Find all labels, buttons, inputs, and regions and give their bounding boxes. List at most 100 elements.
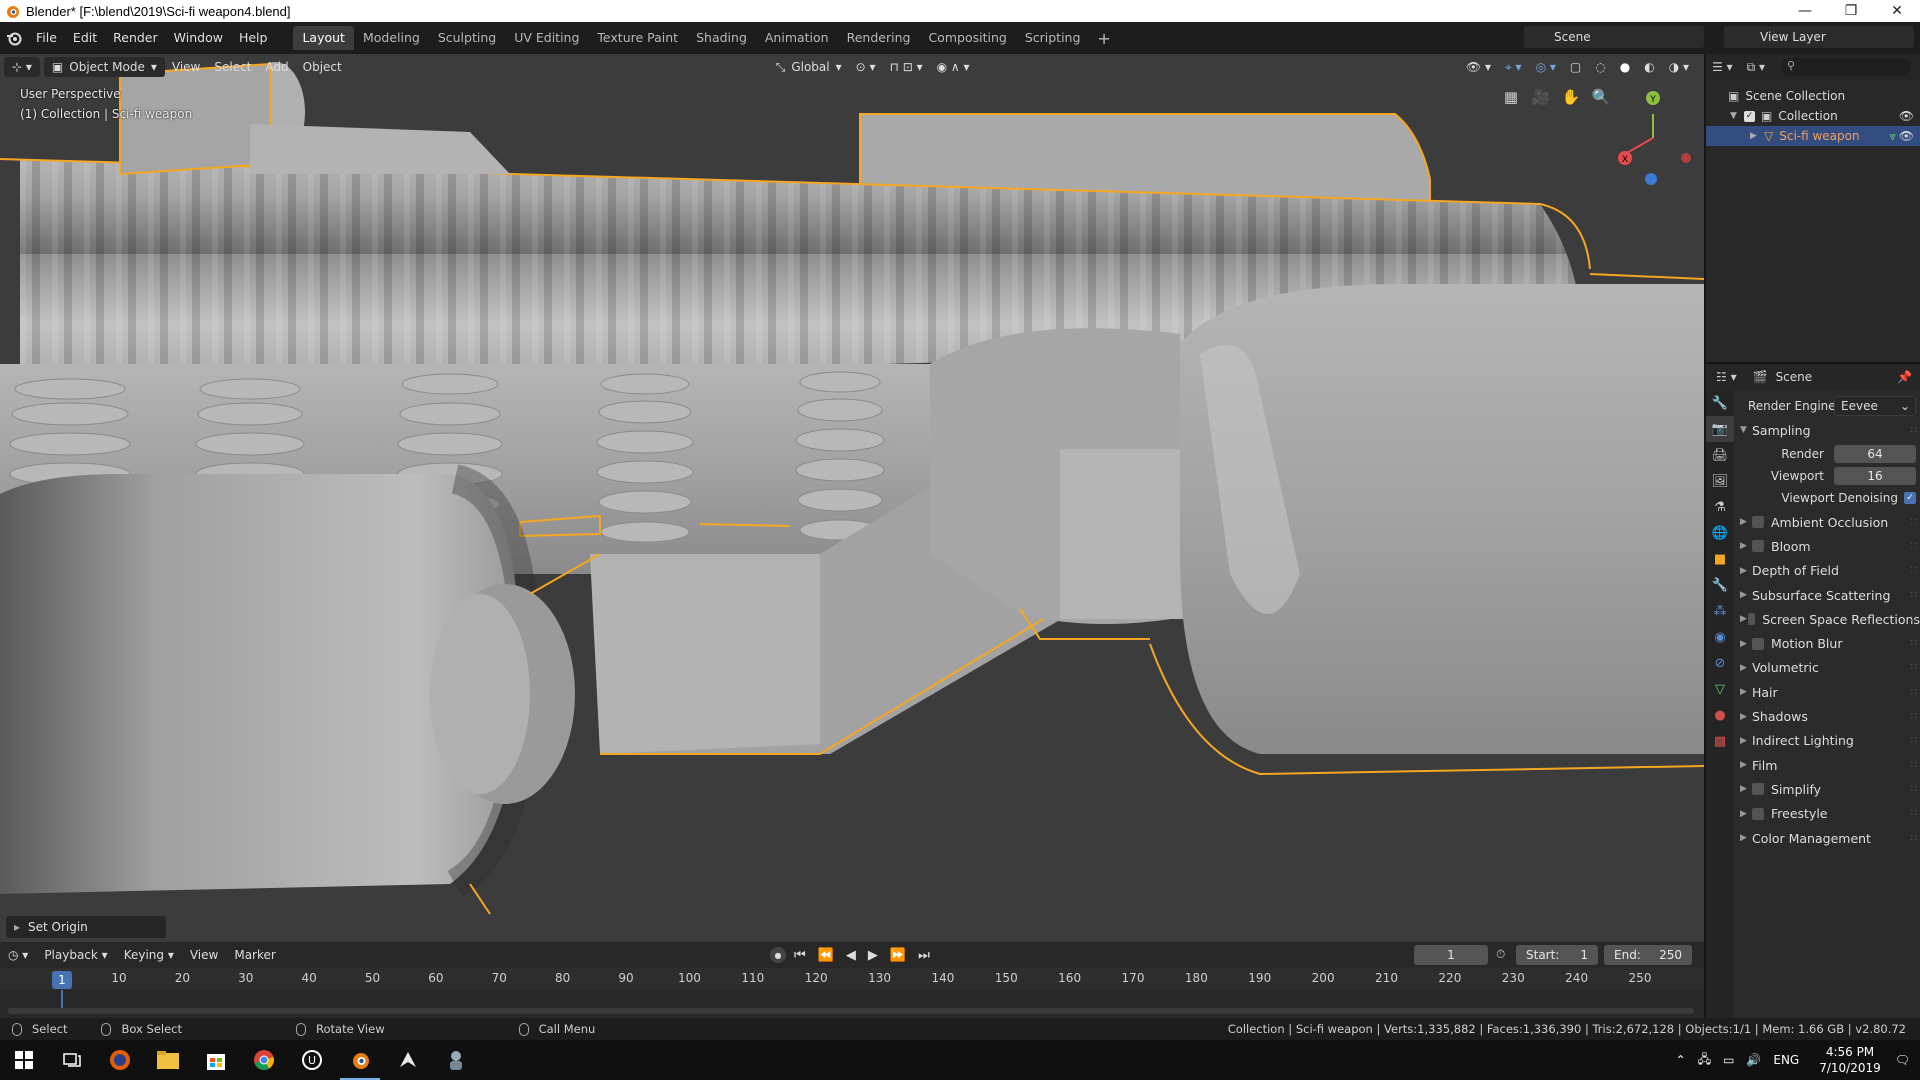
panel-enable-checkbox[interactable] bbox=[1752, 807, 1764, 820]
play-reverse-icon[interactable]: ◀ bbox=[842, 948, 860, 963]
outliner-row-collection[interactable]: ▼ ✓ ▣ Collection 👁 bbox=[1706, 106, 1920, 126]
eye-visibility-icon[interactable]: 👁 bbox=[1899, 109, 1914, 123]
mesh-data-icon[interactable]: ⩔ bbox=[1889, 129, 1896, 144]
viewport-denoising-checkbox[interactable]: ✓ bbox=[1904, 492, 1916, 504]
current-frame-indicator[interactable]: 1 bbox=[52, 971, 72, 989]
blender-taskbar-icon[interactable] bbox=[336, 1040, 384, 1080]
texture-tab-icon[interactable]: ▩ bbox=[1706, 728, 1734, 754]
visibility-icon[interactable]: 👁 ▾ bbox=[1459, 60, 1498, 74]
play-icon[interactable]: ▶ bbox=[864, 948, 882, 963]
overlay-toggle-icon[interactable]: ◎ ▾ bbox=[1529, 60, 1563, 74]
panel-subsurface-scattering[interactable]: ▶ Subsurface Scattering ∷ bbox=[1740, 583, 1920, 607]
expand-arrow-icon[interactable]: ▶ bbox=[1750, 131, 1764, 141]
panel-motion-blur[interactable]: ▶ Motion Blur ∷ bbox=[1740, 631, 1920, 655]
shading-material-icon[interactable]: ◐ bbox=[1637, 60, 1661, 74]
blender-menu-icon[interactable] bbox=[0, 30, 28, 46]
panel-enable-checkbox[interactable] bbox=[1747, 613, 1756, 626]
object-mode-dropdown[interactable]: ▣ Object Mode ▾ bbox=[43, 57, 165, 77]
timeline-menu-keying[interactable]: Keying ▾ bbox=[116, 948, 182, 962]
drag-handle-icon[interactable]: ∷ bbox=[1911, 638, 1917, 649]
jump-start-icon[interactable]: ⏮ bbox=[790, 948, 810, 963]
viewport-scene[interactable]: Y X bbox=[0, 54, 1704, 942]
record-keyframe-icon[interactable]: ● bbox=[770, 947, 786, 963]
app-icon-arrow[interactable] bbox=[384, 1040, 432, 1080]
workspace-tab-uv-editing[interactable]: UV Editing bbox=[505, 26, 588, 50]
timeline-editor-icon[interactable]: ◷ ▾ bbox=[0, 948, 36, 962]
timeline-menu-view[interactable]: View bbox=[182, 948, 226, 962]
panel-simplify[interactable]: ▶ Simplify ∷ bbox=[1740, 777, 1920, 801]
network-icon[interactable]: 🖧 bbox=[1692, 1050, 1717, 1071]
drag-handle-icon[interactable]: ∷ bbox=[1911, 808, 1917, 819]
viewport-menu-object[interactable]: Object bbox=[296, 60, 349, 74]
object-tab-icon[interactable]: ■ bbox=[1706, 546, 1734, 572]
app-icon-character[interactable] bbox=[432, 1040, 480, 1080]
drag-handle-icon[interactable]: ∷ bbox=[1911, 590, 1917, 601]
panel-enable-checkbox[interactable] bbox=[1752, 540, 1764, 553]
windows-start-icon[interactable] bbox=[0, 1040, 48, 1080]
modifier-tab-icon[interactable]: 🔧 bbox=[1706, 572, 1734, 598]
panel-hair[interactable]: ▶ Hair ∷ bbox=[1740, 680, 1920, 704]
shading-rendered-icon[interactable]: ◑ ▾ bbox=[1662, 60, 1696, 74]
pin-icon[interactable]: 📌 bbox=[1897, 370, 1912, 384]
stopwatch-icon[interactable]: ⏱ bbox=[1496, 947, 1505, 962]
notification-icon[interactable]: 🗨 bbox=[1891, 1053, 1920, 1067]
workspace-tab-layout[interactable]: Layout bbox=[293, 26, 354, 50]
timeline-menu-playback[interactable]: Playback ▾ bbox=[36, 948, 115, 962]
physics-tab-icon[interactable]: ◉ bbox=[1706, 624, 1734, 650]
drag-handle-icon[interactable]: ∷ bbox=[1911, 760, 1917, 771]
drag-handle-icon[interactable]: ∷ bbox=[1911, 833, 1917, 844]
navigation-gizmo[interactable]: Y X bbox=[1618, 91, 1691, 185]
expand-arrow-icon[interactable]: ▼ bbox=[1730, 111, 1744, 121]
workspace-tab-compositing[interactable]: Compositing bbox=[919, 26, 1015, 50]
snap-icon[interactable]: ⊓ ⊡ ▾ bbox=[883, 60, 930, 74]
checkbox-icon[interactable]: ✓ bbox=[1744, 110, 1755, 122]
menu-help[interactable]: Help bbox=[231, 27, 276, 49]
pan-hand-icon[interactable]: ✋ bbox=[1556, 84, 1586, 110]
xray-toggle-icon[interactable]: ▢ bbox=[1563, 60, 1588, 74]
panel-freestyle[interactable]: ▶ Freestyle ∷ bbox=[1740, 802, 1920, 826]
tray-chevron-icon[interactable]: ⌃ bbox=[1670, 1053, 1692, 1067]
add-workspace-button[interactable]: + bbox=[1089, 29, 1118, 48]
unreal-engine-icon[interactable]: U bbox=[288, 1040, 336, 1080]
last-operator-panel[interactable]: Set Origin bbox=[6, 916, 166, 938]
tool-tab-icon[interactable]: 🔧 bbox=[1706, 390, 1734, 416]
timeline-menu-marker[interactable]: Marker bbox=[226, 948, 283, 962]
action-center-icon[interactable]: ▭ bbox=[1717, 1053, 1740, 1067]
jump-end-icon[interactable]: ⏭ bbox=[914, 948, 934, 963]
shading-solid-icon[interactable]: ● bbox=[1613, 60, 1637, 74]
end-frame-field[interactable]: End: 250 bbox=[1604, 945, 1692, 965]
render-samples-field[interactable]: 64 bbox=[1834, 445, 1916, 463]
drag-handle-icon[interactable]: ∷ bbox=[1911, 662, 1917, 673]
eye-visibility-icon[interactable]: 👁 bbox=[1899, 129, 1914, 143]
volume-icon[interactable]: 🔊 bbox=[1740, 1053, 1767, 1067]
drag-handle-icon[interactable]: ∷ bbox=[1911, 565, 1917, 576]
outliner-search-input[interactable]: ⚲ bbox=[1781, 58, 1912, 76]
panel-enable-checkbox[interactable] bbox=[1752, 516, 1764, 529]
outliner-row-sci-fi-weapon[interactable]: ▶ ▽ Sci-fi weapon ⩔ 👁 bbox=[1706, 126, 1920, 146]
viewport-menu-select[interactable]: Select bbox=[207, 60, 258, 74]
transform-orientation-dropdown[interactable]: ⤡ Global ▾ bbox=[769, 60, 849, 75]
panel-indirect-lighting[interactable]: ▶ Indirect Lighting ∷ bbox=[1740, 729, 1920, 753]
proportional-edit-icon[interactable]: ◉ ∧ ▾ bbox=[930, 60, 977, 74]
panel-sampling[interactable]: ▼ Sampling ∷ bbox=[1740, 418, 1920, 442]
workspace-tab-texture-paint[interactable]: Texture Paint bbox=[588, 26, 687, 50]
panel-color-management[interactable]: ▶ Color Management ∷ bbox=[1740, 826, 1920, 850]
close-button[interactable]: ✕ bbox=[1874, 0, 1920, 22]
properties-editor-icon[interactable]: ☷ ▾ bbox=[1716, 370, 1737, 384]
mesh-data-tab-icon[interactable]: ▽ bbox=[1706, 676, 1734, 702]
workspace-tab-rendering[interactable]: Rendering bbox=[838, 26, 920, 50]
constraints-tab-icon[interactable]: ⊘ bbox=[1706, 650, 1734, 676]
drag-handle-icon[interactable]: ∷ bbox=[1911, 541, 1917, 552]
store-icon[interactable] bbox=[192, 1040, 240, 1080]
language-indicator[interactable]: ENG bbox=[1767, 1053, 1805, 1067]
menu-file[interactable]: File bbox=[28, 27, 65, 49]
panel-film[interactable]: ▶ Film ∷ bbox=[1740, 753, 1920, 777]
panel-shadows[interactable]: ▶ Shadows ∷ bbox=[1740, 704, 1920, 728]
minimize-button[interactable]: — bbox=[1782, 0, 1828, 22]
menu-edit[interactable]: Edit bbox=[65, 27, 105, 49]
timeline-scrollbar[interactable] bbox=[8, 1008, 1694, 1014]
panel-screen-space-reflections[interactable]: ▶ Screen Space Reflections ∷ bbox=[1740, 607, 1920, 631]
menu-render[interactable]: Render bbox=[105, 27, 166, 49]
gizmo-toggle-icon[interactable]: ⌖ ▾ bbox=[1498, 60, 1529, 75]
outliner-editor-icon[interactable]: ☰ ▾ bbox=[1712, 60, 1733, 74]
